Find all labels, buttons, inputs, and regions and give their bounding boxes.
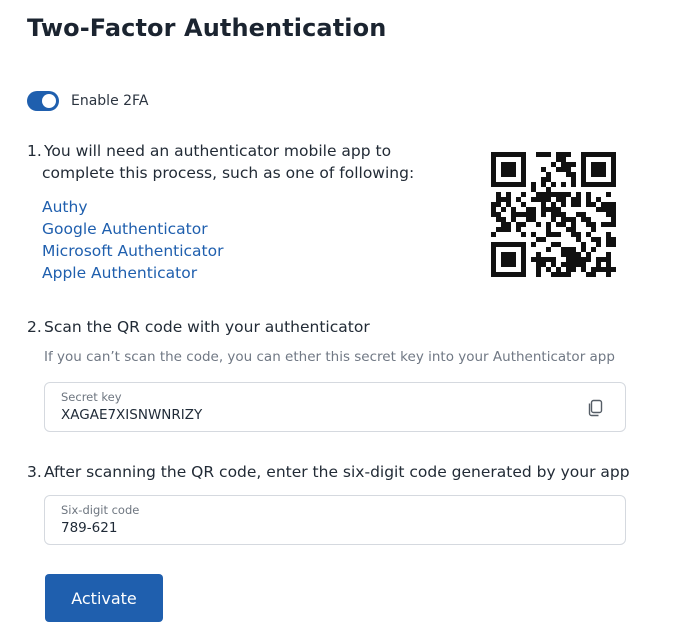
six-digit-code-input[interactable]	[61, 520, 561, 536]
step-2-text: Scan the QR code with your authenticator	[44, 318, 370, 336]
app-link-authy[interactable]: Authy	[42, 196, 224, 218]
activate-button[interactable]: Activate	[45, 574, 163, 622]
step-3-text: After scanning the QR code, enter the si…	[44, 463, 630, 481]
step-2-instructions: 2. Scan the QR code with your authenticat…	[27, 316, 370, 338]
six-digit-code-field: Six-digit code	[44, 495, 626, 545]
secret-key-label: Secret key	[61, 390, 122, 404]
step-1-line-2: complete this process, such as one of fo…	[42, 164, 415, 182]
page-title: Two-Factor Authentication	[27, 14, 387, 42]
authenticator-app-list: Authy Google Authenticator Microsoft Aut…	[42, 196, 224, 284]
secret-key-hint: If you can’t scan the code, you can ethe…	[44, 349, 615, 365]
step-3-number: 3.	[27, 463, 42, 481]
enable-2fa-row: Enable 2FA	[27, 91, 148, 111]
enable-2fa-toggle[interactable]	[27, 91, 59, 111]
toggle-knob	[42, 94, 56, 108]
step-3-instructions: 3. After scanning the QR code, enter the …	[27, 461, 630, 483]
secret-key-field: Secret key	[44, 382, 626, 432]
secret-key-input[interactable]	[61, 407, 561, 423]
qr-code-icon	[487, 148, 619, 280]
step-1-instructions: 1. You will need an authenticator mobile …	[27, 140, 427, 184]
app-link-apple-authenticator[interactable]: Apple Authenticator	[42, 262, 224, 284]
step-1-line-1: You will need an authenticator mobile ap…	[44, 142, 392, 160]
step-1-number: 1.	[27, 142, 42, 160]
enable-2fa-label: Enable 2FA	[71, 93, 149, 109]
app-link-microsoft-authenticator[interactable]: Microsoft Authenticator	[42, 240, 224, 262]
six-digit-code-label: Six-digit code	[61, 503, 140, 517]
copy-icon[interactable]	[585, 398, 605, 418]
step-2-number: 2.	[27, 318, 42, 336]
app-link-google-authenticator[interactable]: Google Authenticator	[42, 218, 224, 240]
